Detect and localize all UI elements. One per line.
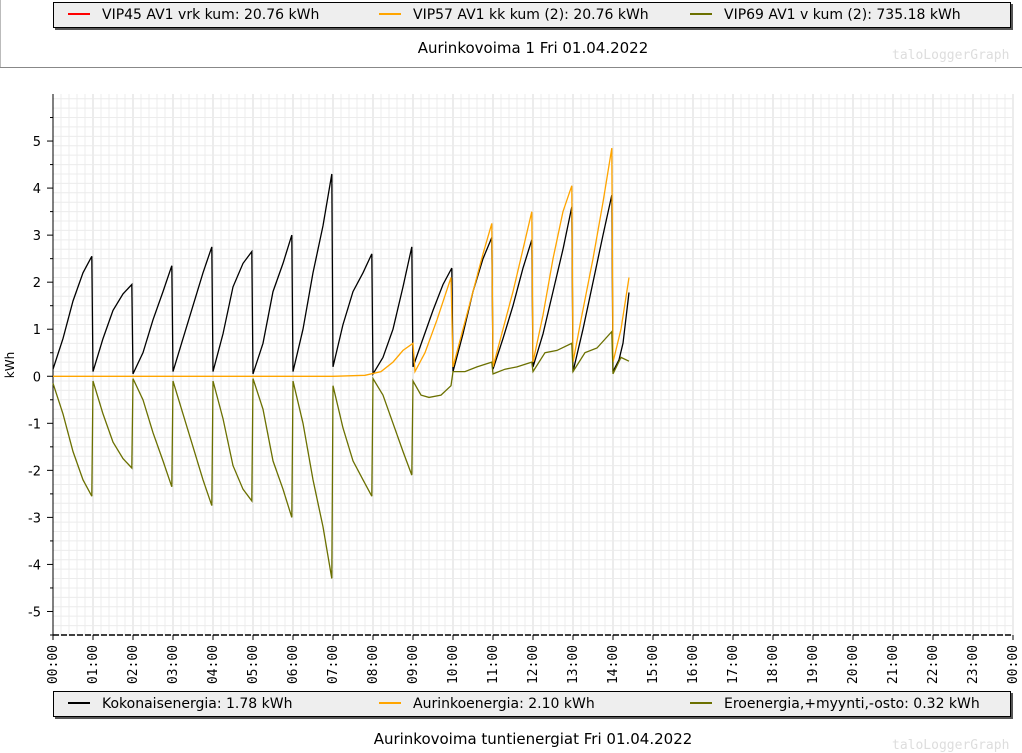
y-tick-label: -5 <box>28 605 41 620</box>
energy-chart: 5 4 3 2 1 0 -1 -2 -3 -4 -5 kWh 00:00 01:00 02:00 03:00 0… <box>3 94 1021 684</box>
legend-item-eroenergia: Eroenergia,+myynti,-osto: 0.32 kWh <box>690 696 980 712</box>
x-tick-label: 05:00 <box>246 645 261 684</box>
x-tick-label: 04:00 <box>206 645 221 684</box>
y-tick-label: -2 <box>28 464 41 479</box>
y-tick-label: 3 <box>33 229 41 244</box>
x-tick-label: 17:00 <box>726 645 741 684</box>
y-tick-label: 1 <box>33 323 41 338</box>
y-tick-label: 5 <box>33 135 41 150</box>
y-axis-label: kWh <box>3 352 17 378</box>
bottom-legend: Kokonaisenergia: 1.78 kWh Aurinkoenergia… <box>53 691 1011 717</box>
y-tick-label: 0 <box>33 370 41 385</box>
x-tick-label: 03:00 <box>166 645 181 684</box>
legend-label: Aurinkoenergia: 2.10 kWh <box>413 696 595 712</box>
x-tick-label: 22:00 <box>926 645 941 684</box>
x-tick-label: 06:00 <box>286 645 301 684</box>
legend-swatch-olive <box>690 702 712 704</box>
x-tick-label: 09:00 <box>406 645 421 684</box>
x-tick-label: 16:00 <box>686 645 701 684</box>
x-tick-label: 00:00 <box>1006 645 1021 684</box>
x-tick-label: 14:00 <box>606 645 621 684</box>
y-tick-label: 4 <box>33 182 41 197</box>
legend-item-aurinkoenergia: Aurinkoenergia: 2.10 kWh <box>379 696 595 712</box>
x-tick-label: 23:00 <box>966 645 981 684</box>
x-tick-label: 19:00 <box>806 645 821 684</box>
y-tick-label: 2 <box>33 276 41 291</box>
x-tick-label: 15:00 <box>646 645 661 684</box>
x-tick-label: 11:00 <box>486 645 501 684</box>
legend-swatch-orange <box>379 702 401 704</box>
x-tick-label: 13:00 <box>566 645 581 684</box>
x-tick-label: 12:00 <box>526 645 541 684</box>
x-tick-label: 10:00 <box>446 645 461 684</box>
legend-swatch-black <box>68 702 90 704</box>
bottom-title: Aurinkovoima tuntienergiat Fri 01.04.202… <box>373 730 693 748</box>
y-tick-label: -1 <box>28 417 41 432</box>
y-tick-label: -3 <box>28 511 41 526</box>
x-tick-label: 00:00 <box>46 645 61 684</box>
x-tick-label: 20:00 <box>846 645 861 684</box>
legend-item-kokonaisenergia: Kokonaisenergia: 1.78 kWh <box>68 696 292 712</box>
x-tick-label: 08:00 <box>366 645 381 684</box>
x-tick-label: 02:00 <box>126 645 141 684</box>
legend-label: Kokonaisenergia: 1.78 kWh <box>102 696 293 712</box>
x-tick-label: 07:00 <box>326 645 341 684</box>
watermark-bottom: taloLoggerGraph <box>892 738 1010 753</box>
x-tick-label: 18:00 <box>766 645 781 684</box>
x-tick-label: 01:00 <box>86 645 101 684</box>
legend-label: Eroenergia,+myynti,-osto: 0.32 kWh <box>724 696 980 712</box>
chart-axes <box>47 94 1014 640</box>
y-tick-label: -4 <box>28 558 41 573</box>
x-tick-label: 21:00 <box>886 645 901 684</box>
